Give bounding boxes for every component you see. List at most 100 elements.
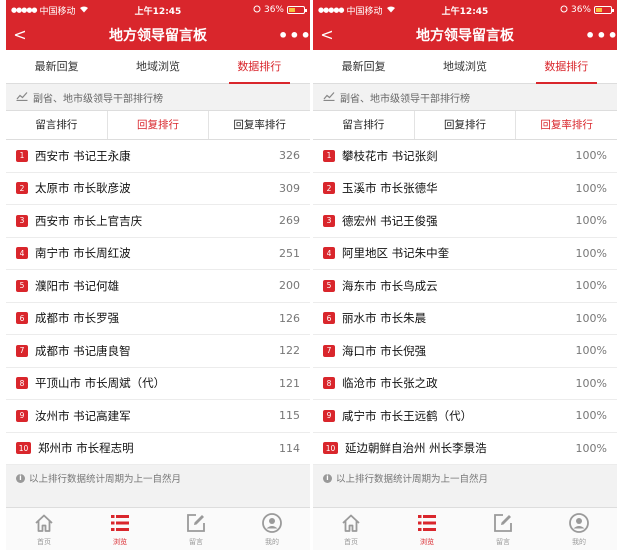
ranking-row[interactable]: 7 成都市 书记唐良智 122 <box>6 335 310 368</box>
subtab-message-ranking[interactable]: 留言排行 <box>6 111 108 139</box>
ranking-value: 115 <box>279 409 300 423</box>
leader-name: 海口市 市长倪强 <box>342 343 427 358</box>
tabbar-message[interactable]: 留言 <box>158 508 234 550</box>
leader-name: 成都市 书记唐良智 <box>35 343 131 358</box>
ranking-row[interactable]: 4 阿里地区 书记朱中奎 100% <box>313 238 617 270</box>
subtab-reply-rate-ranking[interactable]: 回复率排行 <box>209 111 310 139</box>
phone-screen-reply-rate-ranking: ●●●●● 中国移动 上午12:45 36% < 地方领导留言板 ••• 最新回… <box>313 0 617 550</box>
leader-name: 丽水市 市长朱晨 <box>342 311 427 326</box>
ranking-value: 122 <box>279 344 300 358</box>
info-icon: i <box>323 473 332 483</box>
subtab-reply-ranking[interactable]: 回复排行 <box>108 111 210 139</box>
trend-chart-icon <box>323 91 335 104</box>
subtab-reply-rate-ranking[interactable]: 回复率排行 <box>516 111 617 139</box>
trend-chart-icon <box>16 91 28 104</box>
ranking-row[interactable]: 3 德宏州 书记王俊强 100% <box>313 205 617 238</box>
ranking-value: 100% <box>575 376 607 390</box>
tabbar-label: 首页 <box>37 537 51 546</box>
top-tabs: 最新回复 地域浏览 数据排行 <box>313 50 617 84</box>
ranking-value: 100% <box>575 246 607 260</box>
tabbar-label: 浏览 <box>113 537 127 546</box>
ranking-value: 100% <box>575 409 607 423</box>
tabbar-mine[interactable]: 我的 <box>234 508 310 550</box>
ranking-value: 200 <box>279 279 300 293</box>
more-button[interactable]: ••• <box>278 26 310 45</box>
ranking-row[interactable]: 10 郑州市 市长程志明 114 <box>6 433 310 465</box>
nav-bar: < 地方领导留言板 ••• <box>6 20 310 50</box>
tab-latest-replies[interactable]: 最新回复 <box>313 50 414 83</box>
tabbar-label: 我的 <box>572 537 586 546</box>
more-button[interactable]: ••• <box>585 26 617 45</box>
ranking-value: 100% <box>575 344 607 358</box>
ranking-row[interactable]: 2 玉溪市 市长张德华 100% <box>313 173 617 205</box>
ranking-row[interactable]: 5 濮阳市 书记何雄 200 <box>6 270 310 303</box>
rank-badge: 2 <box>323 182 335 195</box>
leader-name: 咸宁市 市长王远鹤（代） <box>342 408 473 423</box>
tabbar-label: 留言 <box>496 537 510 546</box>
tabbar-browse[interactable]: 浏览 <box>389 508 465 550</box>
footnote-text: 以上排行数据统计周期为上一自然月 <box>336 474 489 485</box>
leader-name: 太原市 市长耿彦波 <box>35 181 131 196</box>
tabbar-label: 留言 <box>189 537 203 546</box>
tab-region-browse[interactable]: 地域浏览 <box>414 50 515 83</box>
ranking-row[interactable]: 1 攀枝花市 书记张剡 100% <box>313 140 617 173</box>
edit-icon <box>185 512 207 536</box>
footnote: i 以上排行数据统计周期为上一自然月 <box>313 465 617 491</box>
home-icon <box>340 512 362 536</box>
ranking-row[interactable]: 5 海东市 市长鸟成云 100% <box>313 270 617 303</box>
battery-icon <box>287 6 307 14</box>
ranking-row[interactable]: 8 临沧市 市长张之政 100% <box>313 368 617 400</box>
rank-badge: 3 <box>323 214 335 227</box>
ranking-row[interactable]: 7 海口市 市长倪强 100% <box>313 335 617 368</box>
rank-badge: 9 <box>323 409 335 422</box>
leader-name: 濮阳市 书记何雄 <box>35 278 120 293</box>
rank-badge: 4 <box>323 247 335 260</box>
rank-badge: 9 <box>16 409 28 422</box>
bottom-tab-bar: 首页 浏览 留言 我的 <box>6 507 310 550</box>
tab-data-ranking[interactable]: 数据排行 <box>516 50 617 84</box>
ranking-row[interactable]: 1 西安市 书记王永康 326 <box>6 140 310 173</box>
status-bar: ●●●●● 中国移动 上午12:45 36% <box>6 0 310 20</box>
tabbar-browse[interactable]: 浏览 <box>82 508 158 550</box>
leader-name: 平顶山市 市长周斌（代） <box>35 376 166 391</box>
ranking-value: 126 <box>279 311 300 325</box>
section-title: 副省、地市级领导干部排行榜 <box>340 93 470 105</box>
rank-badge: 10 <box>16 442 31 455</box>
phone-screen-reply-ranking: ●●●●● 中国移动 上午12:45 36% < 地方领导留言板 ••• 最新回… <box>6 0 310 550</box>
back-button[interactable]: < <box>313 20 341 50</box>
tab-data-ranking[interactable]: 数据排行 <box>209 50 310 84</box>
rank-badge: 8 <box>16 377 28 390</box>
rank-badge: 4 <box>16 247 28 260</box>
leader-name: 德宏州 书记王俊强 <box>342 213 438 228</box>
list-icon <box>416 512 438 536</box>
ranking-row[interactable]: 6 成都市 市长罗强 126 <box>6 303 310 335</box>
leader-name: 玉溪市 市长张德华 <box>342 181 438 196</box>
ranking-row[interactable]: 8 平顶山市 市长周斌（代） 121 <box>6 368 310 400</box>
ranking-row[interactable]: 10 延边朝鲜自治州 州长李景浩 100% <box>313 433 617 465</box>
ranking-row[interactable]: 9 汝州市 书记高建军 115 <box>6 400 310 433</box>
status-time: 上午12:45 <box>441 6 489 17</box>
section-title: 副省、地市级领导干部排行榜 <box>33 93 163 105</box>
tabbar-home[interactable]: 首页 <box>313 508 389 550</box>
tabbar-home[interactable]: 首页 <box>6 508 82 550</box>
rank-badge: 5 <box>16 279 28 292</box>
ranking-row[interactable]: 4 南宁市 市长周红波 251 <box>6 238 310 270</box>
ranking-subtabs: 留言排行 回复排行 回复率排行 <box>313 110 617 140</box>
tabbar-mine[interactable]: 我的 <box>541 508 617 550</box>
tabbar-label: 浏览 <box>420 537 434 546</box>
subtab-message-ranking[interactable]: 留言排行 <box>313 111 415 139</box>
rank-badge: 10 <box>323 442 338 455</box>
subtab-reply-ranking[interactable]: 回复排行 <box>415 111 517 139</box>
tab-region-browse[interactable]: 地域浏览 <box>107 50 208 83</box>
back-button[interactable]: < <box>6 20 34 50</box>
ranking-row[interactable]: 6 丽水市 市长朱晨 100% <box>313 303 617 335</box>
tab-latest-replies[interactable]: 最新回复 <box>6 50 107 83</box>
list-icon <box>109 512 131 536</box>
ranking-row[interactable]: 2 太原市 市长耿彦波 309 <box>6 173 310 205</box>
user-icon <box>261 512 283 536</box>
ranking-row[interactable]: 9 咸宁市 市长王远鹤（代） 100% <box>313 400 617 433</box>
ranking-row[interactable]: 3 西安市 市长上官吉庆 269 <box>6 205 310 238</box>
leader-name: 郑州市 市长程志明 <box>38 441 134 456</box>
ranking-value: 100% <box>575 279 607 293</box>
tabbar-message[interactable]: 留言 <box>465 508 541 550</box>
